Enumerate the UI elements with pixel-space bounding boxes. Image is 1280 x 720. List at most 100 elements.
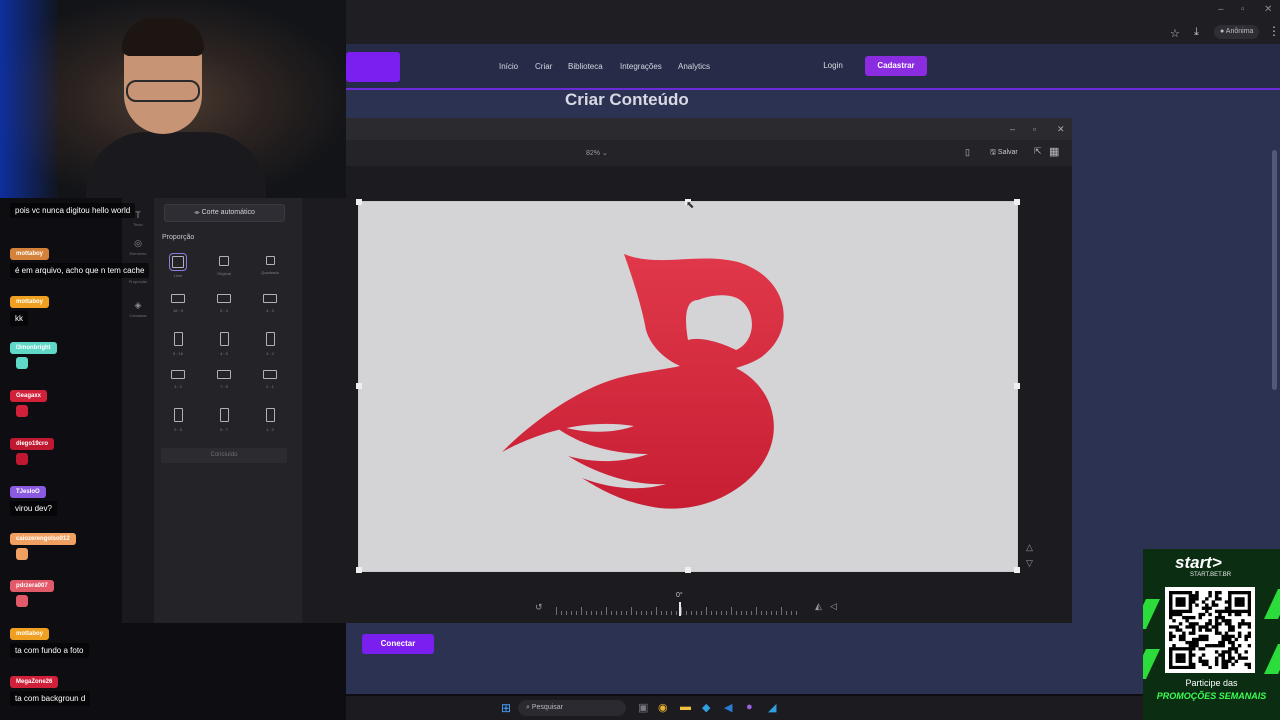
ratio-option[interactable]: 3 : 2 [164, 370, 192, 400]
crop-handle[interactable] [356, 383, 362, 389]
qr-module [1247, 622, 1252, 626]
vscode-icon[interactable]: ◀ [724, 701, 732, 714]
done-button[interactable]: Concluído [161, 448, 287, 463]
ratio-option[interactable]: Original [210, 256, 238, 286]
chrome-icon[interactable]: ◉ [658, 701, 668, 714]
editor-maximize-icon[interactable]: ▫ [1033, 124, 1036, 134]
ratio-option[interactable]: 1 : 2 [256, 408, 284, 438]
ratio-option[interactable]: 3 : 4 [256, 332, 284, 362]
ratio-option[interactable]: 9 : 16 [164, 332, 192, 362]
nav-integracoes[interactable]: Integrações [620, 62, 662, 71]
app-icon[interactable]: ● [746, 701, 753, 713]
ratio-shape-icon [171, 370, 185, 379]
crop-handle[interactable] [356, 199, 362, 205]
nav-analytics[interactable]: Analytics [678, 62, 710, 71]
ratio-option[interactable]: 5 : 4 [210, 294, 238, 324]
qr-module [1169, 634, 1173, 638]
rotation-tick [631, 607, 632, 615]
site-logo[interactable] [346, 52, 400, 82]
rail-layers[interactable]: ◈ Camadas [124, 300, 152, 318]
qr-module [1201, 653, 1206, 657]
ratio-option[interactable]: 2 : 3 [164, 408, 192, 438]
flip-vertical-icon[interactable]: ◁ [830, 601, 837, 612]
folder-icon[interactable]: ▬ [680, 701, 691, 713]
minimize-icon[interactable]: – [1218, 4, 1224, 15]
ratio-option[interactable]: 7 : 5 [210, 370, 238, 400]
save-button[interactable]: 🖫 Salvar [986, 145, 1022, 161]
share-icon[interactable]: ⇱ [1034, 146, 1042, 157]
chat-emote-icon [16, 453, 28, 465]
chat-username[interactable]: mottaboy [10, 296, 49, 308]
qr-module [1188, 615, 1193, 620]
ad-stripe [1264, 589, 1280, 619]
chat-username[interactable]: caiozerengolso012 [10, 533, 76, 545]
editor-close-icon[interactable]: ✕ [1057, 124, 1065, 135]
qr-module [1211, 625, 1216, 629]
ratio-option[interactable]: Quadrado [256, 256, 284, 286]
qr-module [1218, 609, 1222, 614]
upvote-icon[interactable]: △ [1026, 542, 1033, 553]
store-icon[interactable]: ◆ [702, 701, 710, 714]
chat-username[interactable]: l3monbright [10, 342, 57, 354]
rotation-tick [756, 607, 757, 615]
page-icon[interactable]: ▯ [965, 147, 970, 158]
rotate-icon[interactable]: ↺ [535, 602, 543, 613]
rotation-slider-thumb[interactable] [679, 602, 681, 616]
crop-handle[interactable] [1014, 383, 1020, 389]
chat-username[interactable]: diego19cro [10, 438, 55, 450]
qr-module [1218, 622, 1222, 626]
qr-module [1169, 612, 1173, 617]
task-view-icon[interactable]: ▣ [638, 701, 648, 714]
login-button[interactable]: Login [812, 56, 854, 76]
nav-inicio[interactable]: Início [499, 62, 518, 71]
windows-start-icon[interactable]: ⊞ [501, 701, 511, 715]
auto-crop-button[interactable]: ⌯ Corte automático [164, 204, 285, 222]
qr-module [1169, 597, 1173, 601]
chat-username[interactable]: mottaboy [10, 248, 49, 260]
chat-username[interactable]: TJesloO [10, 486, 46, 498]
rotation-value: 0° [676, 592, 683, 599]
ratio-option[interactable]: 2 : 1 [256, 370, 284, 400]
downvote-icon[interactable]: ▽ [1026, 558, 1033, 569]
taskbar-search[interactable]: ⌕ Pesquisar [518, 700, 626, 716]
ratio-option[interactable]: 5 : 7 [210, 408, 238, 438]
signup-button[interactable]: Cadastrar [865, 56, 927, 76]
page-scrollbar[interactable] [1272, 150, 1277, 390]
qr-module [1247, 606, 1252, 610]
crop-handle[interactable] [1014, 567, 1020, 573]
crop-handle[interactable] [356, 567, 362, 573]
qr-module [1234, 650, 1239, 654]
star-icon[interactable]: ☆ [1170, 27, 1180, 40]
qr-module [1221, 637, 1225, 642]
ratio-shape-icon [265, 256, 275, 265]
editor-minimize-icon[interactable]: – [1010, 124, 1015, 134]
ratio-option[interactable]: 4 : 5 [210, 332, 238, 362]
chat-username[interactable]: Geagaxx [10, 390, 48, 402]
qr-module [1175, 656, 1180, 660]
connect-button[interactable]: Conectar [362, 634, 434, 654]
crop-handle[interactable] [1014, 199, 1020, 205]
chat-username[interactable]: pdrzera007 [10, 580, 54, 592]
qr-module [1188, 594, 1193, 598]
nav-criar[interactable]: Criar [535, 62, 552, 71]
qr-module [1214, 631, 1219, 635]
qr-module [1228, 640, 1232, 645]
crop-handle[interactable] [685, 567, 691, 573]
close-icon[interactable]: ✕ [1264, 4, 1272, 15]
flip-horizontal-icon[interactable]: ◭ [815, 601, 822, 612]
qr-module [1169, 665, 1173, 670]
editor-app-icon[interactable]: ◢ [768, 701, 776, 714]
download-icon[interactable]: ⤓ [1194, 26, 1199, 39]
grid-icon[interactable]: ▦ [1049, 145, 1059, 158]
menu-icon[interactable]: ⋮ [1268, 24, 1280, 38]
ratio-option[interactable]: Livre [164, 253, 192, 286]
chat-username[interactable]: MegaZone26 [10, 676, 59, 688]
incognito-profile[interactable]: ● Anônima [1214, 25, 1260, 39]
ratio-option[interactable]: 4 : 3 [256, 294, 284, 324]
ratio-option[interactable]: 16 : 9 [164, 294, 192, 324]
nav-biblioteca[interactable]: Biblioteca [568, 62, 603, 71]
maximize-icon[interactable]: ▫ [1241, 4, 1245, 15]
chat-username[interactable]: mottaboy [10, 628, 49, 640]
zoom-dropdown[interactable]: 82% ⌄ [586, 149, 608, 157]
qr-module [1214, 662, 1219, 667]
